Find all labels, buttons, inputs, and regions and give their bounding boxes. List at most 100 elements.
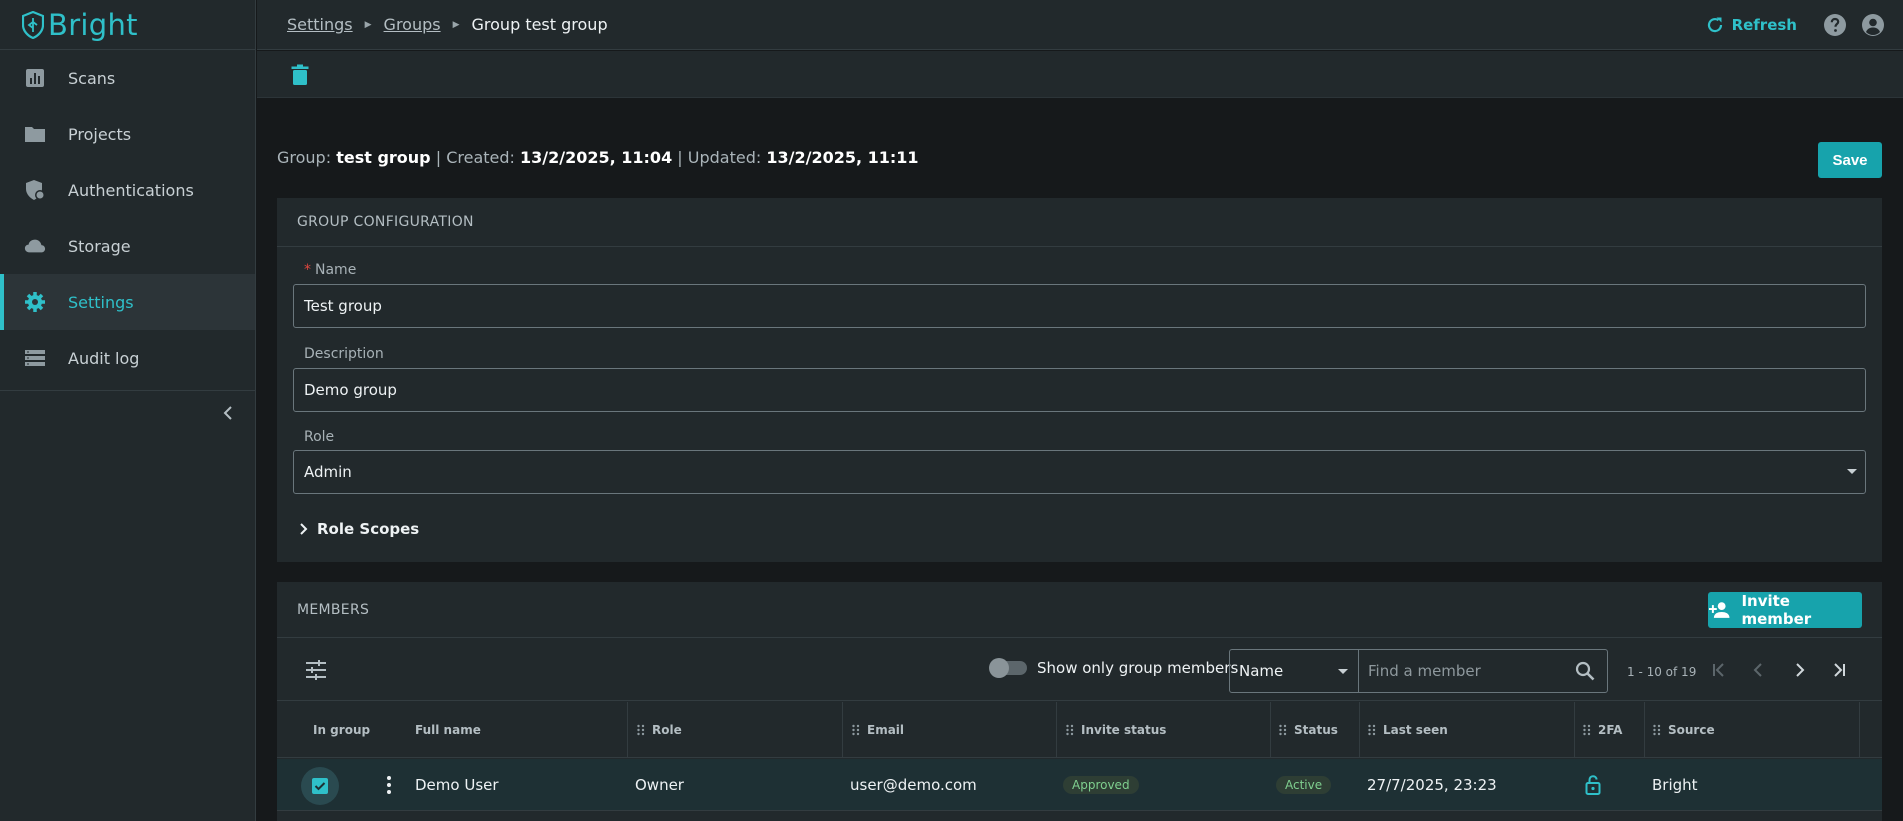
column-header-invite-status[interactable]: Invite status	[1065, 702, 1166, 758]
column-divider	[627, 702, 628, 758]
breadcrumb-groups-link[interactable]: Groups	[384, 15, 441, 34]
updated-label: | Updated:	[677, 148, 762, 167]
account-icon	[1862, 14, 1884, 36]
description-field[interactable]: Demo group	[293, 368, 1866, 412]
members-table-header: In group Full name Role Email Invite sta…	[277, 702, 1882, 758]
refresh-button[interactable]: Refresh	[1706, 16, 1797, 34]
show-only-group-members-toggle[interactable]: Show only group members	[989, 658, 1238, 678]
chevron-right-icon	[1796, 663, 1805, 677]
drag-handle-icon[interactable]	[1652, 724, 1662, 736]
bright-logo-icon	[22, 10, 44, 39]
kebab-menu-icon	[387, 776, 391, 794]
drag-handle-icon[interactable]	[1367, 724, 1377, 736]
column-label: Status	[1294, 723, 1338, 737]
drag-handle-icon[interactable]	[1582, 724, 1592, 736]
search-field-select[interactable]: Name	[1229, 649, 1359, 693]
column-header-email[interactable]: Email	[851, 702, 904, 758]
column-header-status[interactable]: Status	[1278, 702, 1338, 758]
table-row[interactable]: Demo User Owner user@demo.com Approved A…	[277, 759, 1882, 811]
drag-handle-icon[interactable]	[1065, 724, 1075, 736]
topbar: Settings ▶ Groups ▶ Group test group Ref…	[257, 0, 1903, 50]
column-settings-button[interactable]	[305, 660, 327, 680]
next-page-button[interactable]	[1788, 659, 1810, 681]
column-divider	[1859, 702, 1860, 758]
group-info: Group: test group | Created: 13/2/2025, …	[277, 148, 919, 167]
status-badge: Active	[1276, 776, 1332, 794]
unlocked-icon	[1585, 775, 1601, 795]
drag-handle-icon[interactable]	[1278, 724, 1288, 736]
column-header-last-seen[interactable]: Last seen	[1367, 702, 1448, 758]
save-button[interactable]: Save	[1818, 142, 1882, 178]
collapse-sidebar-button[interactable]	[220, 403, 236, 423]
column-label: Role	[652, 723, 682, 737]
panel-title: GROUP CONFIGURATION	[277, 198, 1882, 247]
breadcrumb-current: Group test group	[471, 15, 608, 34]
invite-member-label: Invite member	[1741, 592, 1812, 628]
role-scopes-toggle[interactable]: Role Scopes	[299, 520, 419, 538]
app-logo[interactable]: Bright	[0, 0, 255, 50]
sidebar-item-label: Storage	[68, 236, 131, 256]
invite-member-button[interactable]: Invite member	[1708, 592, 1862, 628]
breadcrumb: Settings ▶ Groups ▶ Group test group	[287, 15, 608, 34]
column-label: Invite status	[1081, 723, 1167, 737]
cell-email: user@demo.com	[850, 776, 977, 794]
cell-full-name: Demo User	[415, 776, 499, 794]
group-label: Group:	[277, 148, 332, 167]
sidebar-item-audit-log[interactable]: Audit log	[0, 330, 255, 386]
trash-icon	[291, 64, 309, 85]
sidebar-item-settings[interactable]: Settings	[0, 274, 255, 330]
search-icon[interactable]	[1575, 661, 1595, 681]
sidebar-item-authentications[interactable]: Authentications	[0, 162, 255, 218]
name-field[interactable]: Test group	[293, 284, 1866, 328]
members-toolbar: Show only group members Name 1 - 10 of 1…	[277, 638, 1882, 701]
toggle-switch[interactable]	[989, 658, 1027, 678]
column-header-full-name[interactable]: Full name	[415, 702, 481, 758]
column-header-source[interactable]: Source	[1652, 702, 1715, 758]
drag-handle-icon[interactable]	[851, 724, 861, 736]
in-group-checkbox[interactable]	[301, 767, 339, 805]
breadcrumb-separator-icon: ▶	[364, 19, 372, 30]
delete-group-button[interactable]	[290, 64, 310, 86]
name-field-label: * Name	[304, 262, 356, 278]
sidebar-item-storage[interactable]: Storage	[0, 218, 255, 274]
invite-status-badge: Approved	[1063, 776, 1139, 794]
sidebar-item-label: Scans	[68, 68, 116, 88]
first-page-button[interactable]	[1708, 659, 1730, 681]
chart-icon	[24, 67, 46, 89]
cloud-icon	[24, 235, 46, 257]
sidebar-item-scans[interactable]: Scans	[0, 50, 255, 106]
drag-handle-icon[interactable]	[636, 724, 646, 736]
previous-page-button[interactable]	[1748, 659, 1770, 681]
column-label: In group	[313, 723, 371, 737]
chevron-right-icon	[300, 523, 308, 535]
cell-source: Bright	[1652, 776, 1698, 794]
cell-last-seen: 27/7/2025, 23:23	[1367, 776, 1497, 794]
column-label: Last seen	[1383, 723, 1448, 737]
cell-2fa	[1585, 759, 1601, 811]
description-field-value: Demo group	[304, 381, 397, 399]
role-field-label: Role	[304, 429, 335, 445]
column-header-role[interactable]: Role	[636, 702, 682, 758]
shield-lock-icon	[24, 179, 46, 201]
column-label: Full name	[415, 723, 481, 737]
sidebar-item-projects[interactable]: Projects	[0, 106, 255, 162]
cell-invite-status: Approved	[1063, 759, 1139, 811]
updated-date: 13/2/2025, 11:11	[766, 148, 919, 167]
account-button[interactable]	[1861, 13, 1885, 37]
members-panel: MEMBERS Invite member Show only group me…	[277, 582, 1882, 821]
chevron-left-icon	[1753, 663, 1762, 677]
row-menu-button[interactable]	[385, 775, 393, 795]
column-header-in-group[interactable]: In group	[313, 702, 370, 758]
column-divider	[1574, 702, 1575, 758]
last-page-button[interactable]	[1828, 659, 1850, 681]
role-select-value: Admin	[304, 463, 352, 481]
sidebar-item-label: Projects	[68, 124, 132, 144]
member-search-input[interactable]	[1368, 662, 1568, 680]
column-header-2fa[interactable]: 2FA	[1582, 702, 1622, 758]
group-name: test group	[336, 148, 431, 167]
required-marker: *	[304, 262, 311, 278]
breadcrumb-settings-link[interactable]: Settings	[287, 15, 353, 34]
role-select[interactable]: Admin	[293, 450, 1866, 494]
help-button[interactable]	[1823, 13, 1847, 37]
pagination-range: 1 - 10 of 19	[1627, 665, 1697, 679]
